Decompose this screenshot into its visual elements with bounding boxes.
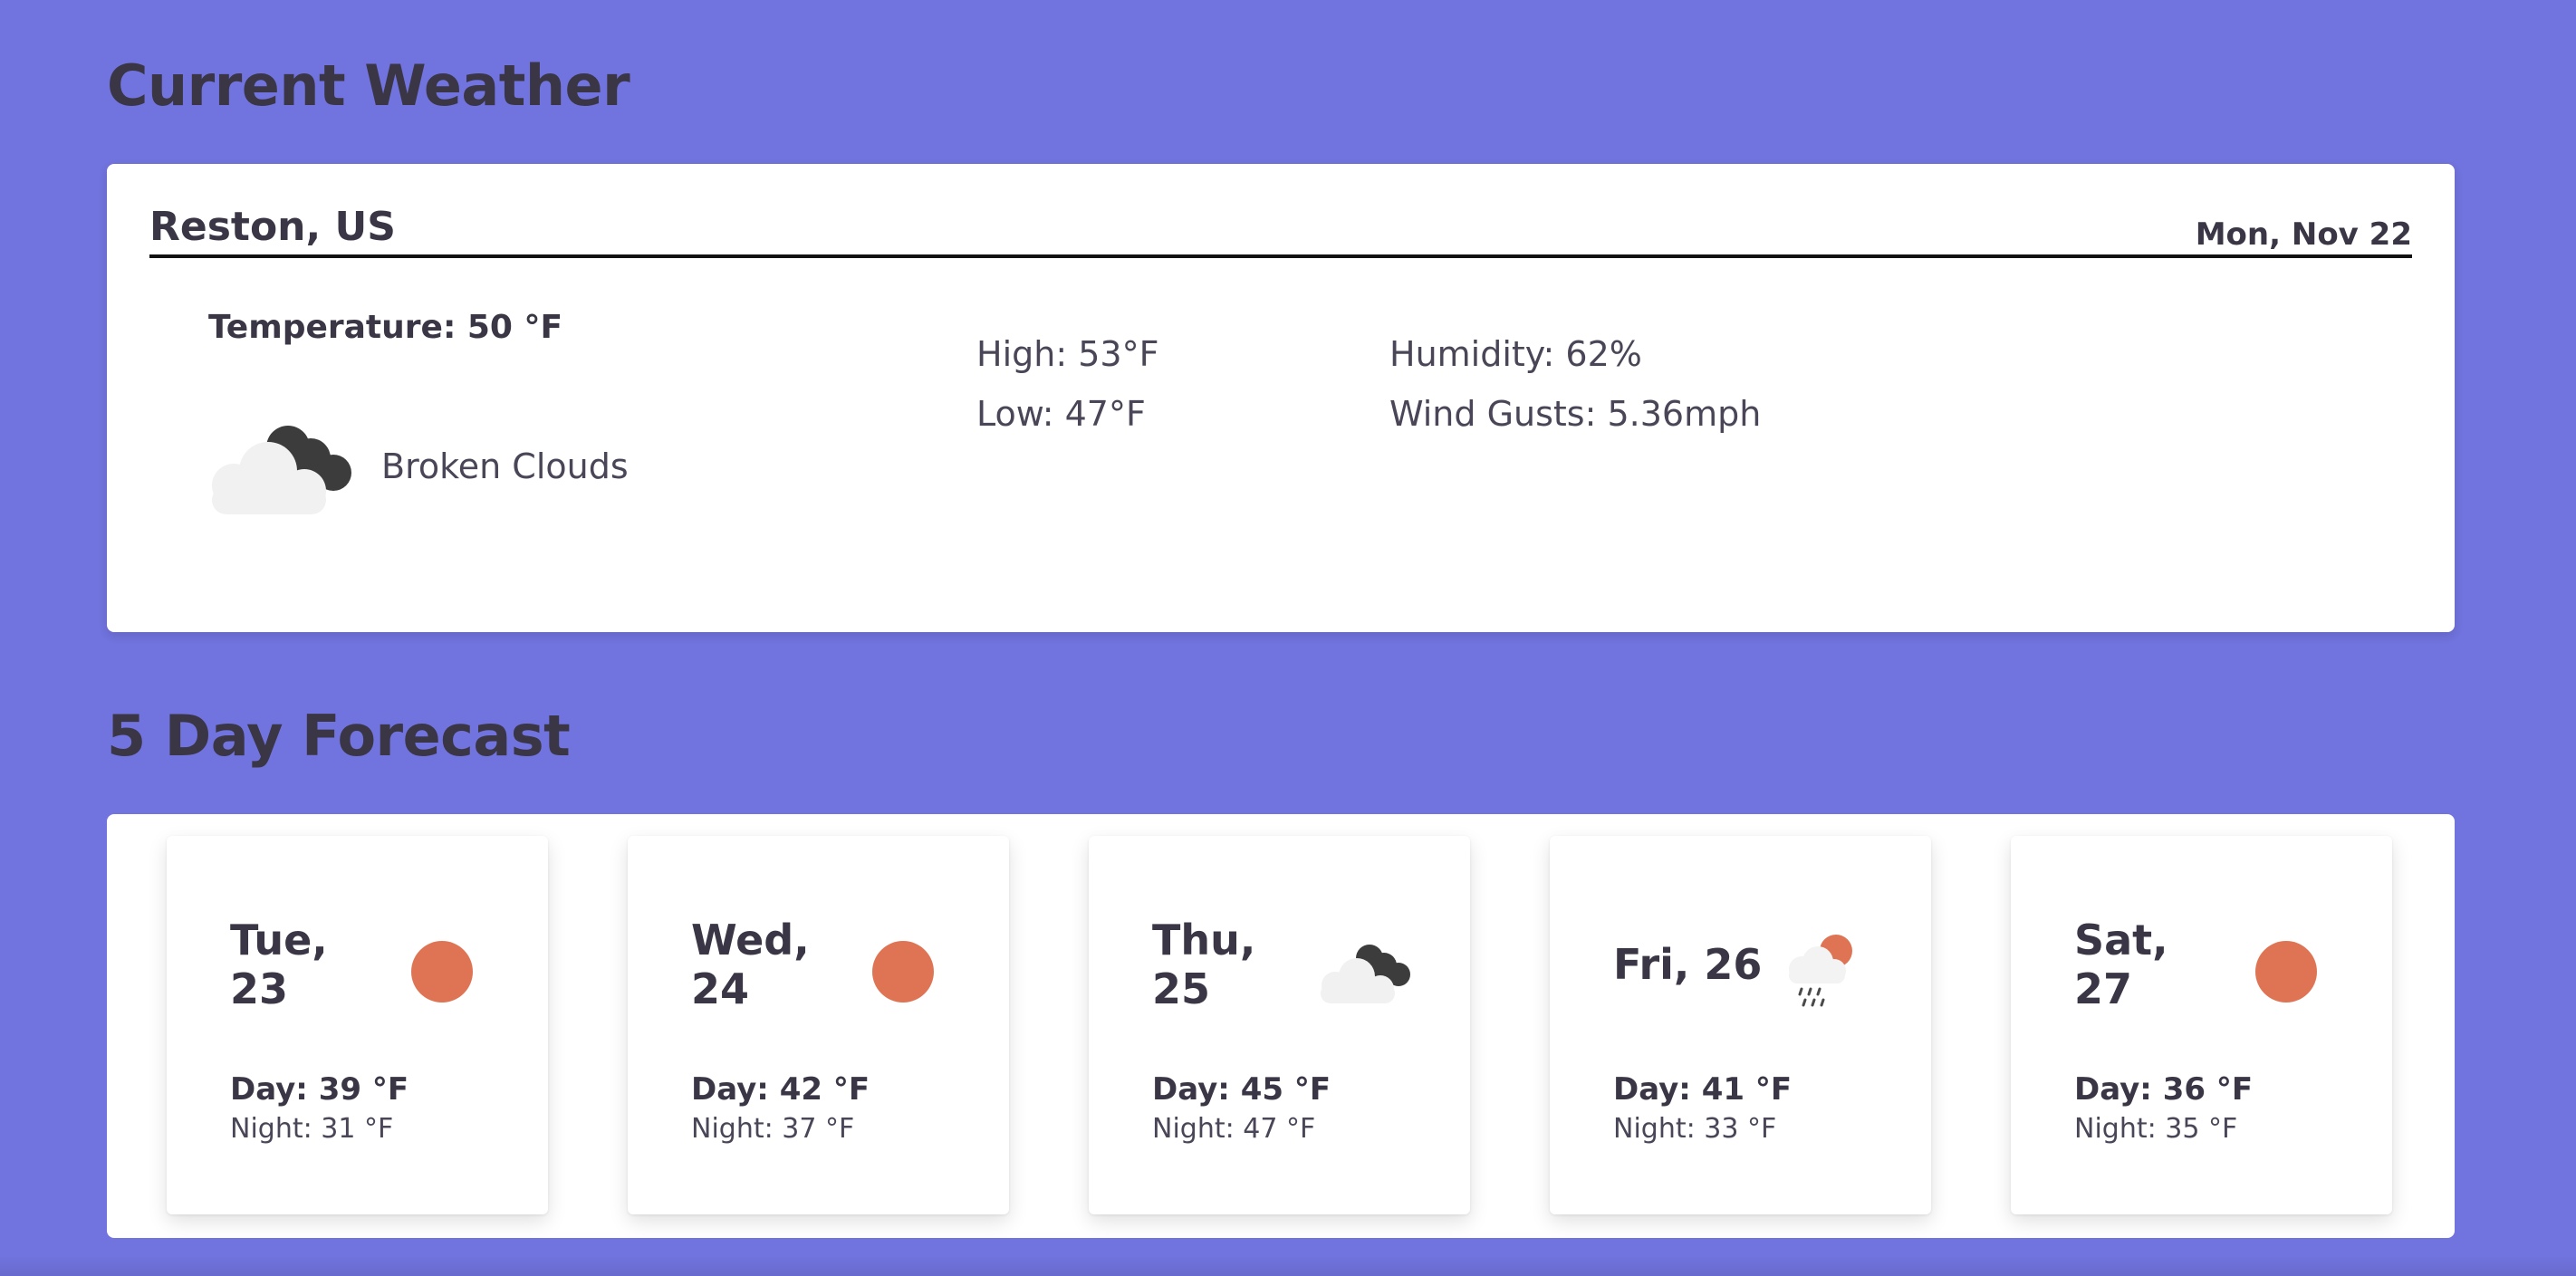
current-card-header: Reston, US Mon, Nov 22 (149, 204, 2412, 258)
sun-icon (411, 941, 473, 1003)
low-temperature: Low: 47°F (976, 394, 1146, 434)
sun-icon (2255, 941, 2317, 1003)
forecast-day-name: Sat, 27 (2074, 916, 2168, 1013)
forecast-day-name: Fri, 26 (1613, 940, 1763, 989)
broken-clouds-icon (212, 426, 351, 514)
current-temperature: Temperature: 50 °F (208, 309, 563, 346)
forecast-night-temp: Night: 37 °F (691, 1113, 855, 1145)
forecast-day-name: Thu, 25 (1152, 916, 1256, 1013)
forecast-night-temp: Night: 47 °F (1152, 1113, 1316, 1145)
broken-clouds-icon (1321, 945, 1410, 1003)
forecast-night-temp: Night: 35 °F (2074, 1113, 2238, 1145)
forecast-day-temp: Day: 39 °F (230, 1071, 409, 1108)
forecast-day-card: Fri, 26 Day: 41 °F Night: 33 °F (1550, 836, 1931, 1214)
forecast-day-card: Sat, 27 Day: 36 °F Night: 35 °F (2011, 836, 2392, 1214)
forecast-day-card: Thu, 25 Day: 45 °F Night: 47 °F (1089, 836, 1470, 1214)
forecast-day-temp: Day: 42 °F (691, 1071, 870, 1108)
wind-gusts-value: Wind Gusts: 5.36mph (1389, 394, 1762, 434)
forecast-day-card: Wed, 24 Day: 42 °F Night: 37 °F (628, 836, 1009, 1214)
forecast-day-card: Tue, 23 Day: 39 °F Night: 31 °F (167, 836, 548, 1214)
page-bottom-shadow (0, 1256, 2576, 1276)
sun-icon (872, 941, 934, 1003)
high-temperature: High: 53°F (976, 334, 1159, 374)
forecast-day-name: Tue, 23 (230, 916, 328, 1013)
forecast-day-temp: Day: 36 °F (2074, 1071, 2254, 1108)
current-weather-heading: Current Weather (107, 53, 630, 119)
forecast-panel: Tue, 23 Day: 39 °F Night: 31 °F Wed, 24 … (107, 814, 2455, 1238)
humidity-value: Humidity: 62% (1389, 334, 1642, 374)
forecast-night-temp: Night: 31 °F (230, 1113, 394, 1145)
city-name: Reston, US (149, 204, 396, 250)
current-weather-card: Reston, US Mon, Nov 22 Temperature: 50 °… (107, 164, 2455, 632)
forecast-heading: 5 Day Forecast (107, 703, 571, 769)
forecast-day-temp: Day: 45 °F (1152, 1071, 1331, 1108)
current-date: Mon, Nov 22 (2195, 216, 2412, 253)
rain-sun-icon (1789, 935, 1852, 1007)
forecast-night-temp: Night: 33 °F (1613, 1113, 1777, 1145)
condition-text: Broken Clouds (381, 446, 629, 486)
forecast-day-name: Wed, 24 (691, 916, 810, 1013)
forecast-day-temp: Day: 41 °F (1613, 1071, 1793, 1108)
